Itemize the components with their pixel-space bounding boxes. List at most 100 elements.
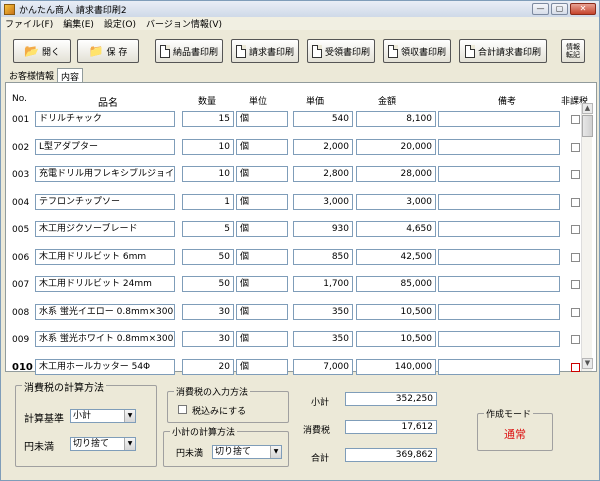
cell-note[interactable]	[438, 303, 560, 320]
taxfree-checkbox[interactable]	[571, 307, 580, 317]
cell-item[interactable]: L型アダプター	[35, 138, 175, 155]
cell-note[interactable]	[438, 138, 560, 155]
cell-note[interactable]	[438, 331, 560, 347]
cell-unit[interactable]: 個	[236, 276, 288, 292]
print-order-label: 受領書印刷	[324, 47, 370, 58]
taxfree-checkbox[interactable]	[571, 142, 580, 152]
cell-price[interactable]: 1,700	[293, 276, 353, 292]
cell-unit[interactable]: 個	[236, 193, 288, 210]
cell-qty[interactable]: 10	[182, 166, 234, 182]
cell-amount[interactable]: 20,000	[356, 138, 436, 155]
cell-price[interactable]: 3,000	[293, 193, 353, 210]
print-receipt-label: 領収書印刷	[400, 47, 446, 58]
scroll-up-button[interactable]: ▲	[582, 103, 593, 114]
cell-amount[interactable]: 4,650	[356, 221, 436, 237]
subtotal-field[interactable]: 352,250	[345, 392, 437, 406]
scrollbar-thumb[interactable]	[582, 115, 593, 137]
cell-item[interactable]: 充電ドリル用フレキシブルジョイント	[35, 166, 175, 182]
round-select[interactable]: 切り捨て ▼	[70, 437, 136, 451]
table-row: 007 木工用ドリルビット 24mm 50 個 1,700 85,000	[6, 276, 586, 292]
cell-note[interactable]	[438, 193, 560, 210]
cell-note[interactable]	[438, 111, 560, 127]
open-button[interactable]: 📂 開く	[13, 39, 71, 63]
cell-unit[interactable]: 個	[236, 111, 288, 127]
header-note: 備考	[498, 97, 517, 107]
basis-value: 小計	[73, 411, 92, 421]
cell-note[interactable]	[438, 166, 560, 182]
taxfree-checkbox[interactable]	[571, 252, 580, 262]
cell-unit[interactable]: 個	[236, 221, 288, 237]
cell-note[interactable]	[438, 248, 560, 265]
menu-edit[interactable]: 編集(E)	[63, 17, 94, 30]
cell-unit[interactable]: 個	[236, 303, 288, 320]
scroll-down-button[interactable]: ▼	[582, 358, 593, 369]
maximize-button[interactable]: ▢	[551, 3, 568, 15]
cell-qty[interactable]: 15	[182, 111, 234, 127]
cell-unit[interactable]: 個	[236, 331, 288, 347]
cell-item[interactable]: 水系 蛍光ホワイト 0.8mm×300m	[35, 331, 175, 347]
print-invoice-button[interactable]: 請求書印刷	[231, 39, 299, 63]
taxfree-checkbox[interactable]	[571, 280, 580, 289]
cell-qty[interactable]: 50	[182, 276, 234, 292]
cell-amount[interactable]: 8,100	[356, 111, 436, 127]
cell-item[interactable]: 水系 蛍光イエロー 0.8mm×300m	[35, 303, 175, 320]
cell-item[interactable]: 木工用ドリルビット 6mm	[35, 248, 175, 265]
cell-unit[interactable]: 個	[236, 166, 288, 182]
close-button[interactable]: ✕	[570, 3, 596, 15]
cell-price[interactable]: 2,000	[293, 138, 353, 155]
cell-amount[interactable]: 3,000	[356, 193, 436, 210]
cell-price[interactable]: 850	[293, 248, 353, 265]
taxfree-checkbox[interactable]	[571, 115, 580, 124]
cell-price[interactable]: 350	[293, 331, 353, 347]
info-transfer-button[interactable]: 情報 転記	[561, 39, 585, 63]
cell-amount[interactable]: 28,000	[356, 166, 436, 182]
taxfree-checkbox[interactable]	[571, 362, 580, 372]
vertical-scrollbar[interactable]: ▲ ▼	[581, 103, 593, 371]
cell-qty[interactable]: 30	[182, 303, 234, 320]
cell-price[interactable]: 350	[293, 303, 353, 320]
cell-qty[interactable]: 30	[182, 331, 234, 347]
menu-file[interactable]: ファイル(F)	[5, 17, 53, 30]
cell-item[interactable]: テフロンチップソー	[35, 193, 175, 210]
cell-note[interactable]	[438, 221, 560, 237]
cell-item[interactable]: ドリルチャック	[35, 111, 175, 127]
tab-contents[interactable]: 内容	[57, 68, 84, 83]
minimize-button[interactable]: —	[532, 3, 549, 15]
document-icon	[464, 44, 475, 58]
cell-unit[interactable]: 個	[236, 248, 288, 265]
cell-price[interactable]: 540	[293, 111, 353, 127]
cell-qty[interactable]: 1	[182, 193, 234, 210]
cell-qty[interactable]: 5	[182, 221, 234, 237]
taxfree-checkbox[interactable]	[571, 197, 580, 207]
cell-price[interactable]: 930	[293, 221, 353, 237]
cell-amount[interactable]: 85,000	[356, 276, 436, 292]
cell-price[interactable]: 2,800	[293, 166, 353, 182]
print-total-invoice-button[interactable]: 合計請求書印刷	[459, 39, 547, 63]
cell-amount[interactable]: 42,500	[356, 248, 436, 265]
print-delivery-button[interactable]: 納品書印刷	[155, 39, 223, 63]
taxfree-checkbox[interactable]	[571, 335, 580, 344]
tax-field[interactable]: 17,612	[345, 420, 437, 434]
subtotal-round-select[interactable]: 切り捨て ▼	[212, 445, 282, 459]
row-number: 004	[12, 197, 30, 208]
cell-qty[interactable]: 10	[182, 138, 234, 155]
save-button[interactable]: 📁 保 存	[77, 39, 139, 63]
basis-select[interactable]: 小計 ▼	[70, 409, 136, 423]
tab-customer-info[interactable]: お客様情報	[6, 68, 57, 82]
menu-settings[interactable]: 設定(O)	[104, 17, 136, 30]
cell-amount[interactable]: 10,500	[356, 303, 436, 320]
basis-label: 計算基準	[24, 414, 64, 425]
taxfree-checkbox[interactable]	[571, 170, 580, 179]
menu-version[interactable]: バージョン情報(V)	[146, 17, 222, 30]
cell-unit[interactable]: 個	[236, 138, 288, 155]
total-field[interactable]: 369,862	[345, 448, 437, 462]
taxfree-checkbox[interactable]	[571, 225, 580, 234]
cell-item[interactable]: 木工用ドリルビット 24mm	[35, 276, 175, 292]
cell-item[interactable]: 木工用ジクソーブレード	[35, 221, 175, 237]
print-order-button[interactable]: 受領書印刷	[307, 39, 375, 63]
cell-amount[interactable]: 10,500	[356, 331, 436, 347]
cell-note[interactable]	[438, 276, 560, 292]
tax-inclusive-checkbox[interactable]	[178, 405, 187, 414]
cell-qty[interactable]: 50	[182, 248, 234, 265]
print-receipt-button[interactable]: 領収書印刷	[383, 39, 451, 63]
